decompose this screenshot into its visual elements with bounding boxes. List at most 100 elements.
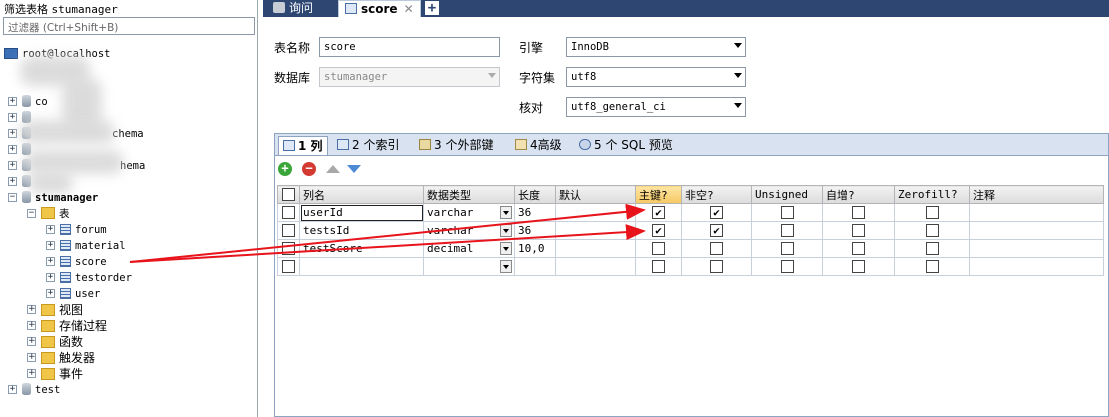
filter-input[interactable]: 过滤器 (Ctrl+Shift+B)	[3, 17, 255, 35]
expand-icon[interactable]: +	[8, 176, 17, 186]
tab-score[interactable]: score ✕	[338, 0, 421, 17]
move-up-icon[interactable]	[326, 165, 340, 173]
not-null-checkbox[interactable]: ✔	[710, 224, 723, 238]
header-comment[interactable]: 注释	[969, 185, 1104, 204]
subtab-foreign-keys[interactable]: 3 个外部键	[415, 136, 497, 155]
header-auto-increment[interactable]: 自增?	[822, 185, 895, 204]
auto-increment-cell[interactable]	[822, 203, 895, 222]
header-unsigned[interactable]: Unsigned	[751, 185, 823, 204]
unsigned-cell[interactable]	[751, 239, 823, 258]
new-tab-button[interactable]: +	[425, 1, 439, 15]
tree-db-stumanager[interactable]: − stumanager	[8, 190, 98, 206]
expand-icon[interactable]: +	[46, 256, 55, 266]
header-name[interactable]: 列名	[299, 185, 424, 204]
expand-icon[interactable]: +	[27, 305, 36, 314]
data-type-cell[interactable]	[423, 257, 515, 276]
subtab-sql-preview[interactable]: 5 个 SQL 预览	[575, 136, 677, 155]
expand-icon[interactable]: +	[8, 144, 17, 154]
collapse-icon[interactable]: −	[27, 208, 36, 218]
expand-icon[interactable]: +	[8, 160, 17, 170]
tree-folder-tables[interactable]: − 表	[27, 206, 70, 222]
header-default[interactable]: 默认	[555, 185, 636, 204]
zerofill-checkbox[interactable]	[925, 224, 939, 238]
unsigned-checkbox[interactable]	[780, 242, 794, 256]
data-type-cell[interactable]: decimal	[423, 239, 515, 258]
tree-db-test[interactable]: + test	[8, 382, 60, 398]
select-all-cell[interactable]	[277, 185, 300, 204]
data-type-cell[interactable]: varchar	[423, 221, 515, 240]
pk-checkbox[interactable]	[652, 260, 665, 274]
row-select-checkbox[interactable]	[282, 224, 295, 238]
column-row[interactable]: testsId varchar 36 ✔ ✔	[277, 221, 1104, 240]
close-icon[interactable]: ✕	[404, 2, 414, 16]
unsigned-cell[interactable]	[751, 203, 823, 222]
tree-table-testorder[interactable]: + testorder	[46, 270, 132, 286]
expand-icon[interactable]: +	[8, 112, 17, 122]
tree-folder-views[interactable]: + 视图	[27, 302, 83, 318]
subtab-advanced[interactable]: 4高级	[511, 136, 566, 155]
header-primary-key[interactable]: 主键?	[635, 185, 682, 204]
length-cell[interactable]: 36	[514, 221, 556, 240]
add-column-button[interactable]: +	[278, 162, 292, 176]
zerofill-cell[interactable]	[894, 221, 970, 240]
length-cell[interactable]: 10,0	[514, 239, 556, 258]
collapse-icon[interactable]: −	[8, 192, 17, 202]
expand-icon[interactable]: +	[27, 321, 36, 330]
subtab-columns[interactable]: 1 列	[278, 136, 328, 155]
pk-cell[interactable]	[635, 239, 682, 258]
zerofill-checkbox[interactable]	[925, 242, 939, 256]
length-cell[interactable]	[514, 257, 556, 276]
move-down-icon[interactable]	[347, 165, 361, 173]
row-select-checkbox[interactable]	[282, 206, 295, 220]
chevron-down-icon[interactable]	[500, 206, 512, 219]
zerofill-checkbox[interactable]	[925, 206, 939, 220]
row-select-checkbox[interactable]	[282, 260, 295, 274]
tree-folder-functions[interactable]: + 函数	[27, 334, 83, 350]
tree-db-partial-1[interactable]: + co	[8, 94, 48, 110]
expand-icon[interactable]: +	[27, 353, 36, 362]
column-name-cell[interactable]	[299, 257, 424, 276]
unsigned-checkbox[interactable]	[780, 224, 794, 238]
not-null-cell[interactable]: ✔	[681, 203, 752, 222]
collation-select[interactable]: utf8_general_ci	[566, 97, 746, 117]
not-null-cell[interactable]	[681, 257, 752, 276]
expand-icon[interactable]: +	[46, 272, 55, 282]
not-null-cell[interactable]	[681, 239, 752, 258]
default-cell[interactable]	[555, 257, 636, 276]
row-select-cell[interactable]	[277, 203, 300, 222]
pk-cell[interactable]: ✔	[635, 221, 682, 240]
subtab-indexes[interactable]: 2 个索引	[333, 136, 403, 155]
length-cell[interactable]: 36	[514, 203, 556, 222]
default-cell[interactable]	[555, 203, 636, 222]
data-type-cell[interactable]: varchar	[423, 203, 515, 222]
tree-folder-procedures[interactable]: + 存储过程	[27, 318, 107, 334]
row-select-cell[interactable]	[277, 257, 300, 276]
engine-select[interactable]: InnoDB	[566, 37, 746, 57]
not-null-checkbox[interactable]	[710, 260, 723, 274]
header-type[interactable]: 数据类型	[423, 185, 515, 204]
tree-folder-events[interactable]: + 事件	[27, 366, 83, 382]
zerofill-cell[interactable]	[894, 257, 970, 276]
auto-increment-cell[interactable]	[822, 239, 895, 258]
column-row[interactable]: userId varchar 36 ✔ ✔	[277, 203, 1104, 222]
pk-cell[interactable]	[635, 257, 682, 276]
unsigned-cell[interactable]	[751, 257, 823, 276]
auto-increment-checkbox[interactable]	[852, 206, 865, 220]
not-null-checkbox[interactable]: ✔	[710, 206, 723, 220]
column-name-cell[interactable]: userId	[299, 203, 424, 222]
pk-checkbox[interactable]: ✔	[652, 224, 665, 238]
pk-cell[interactable]: ✔	[635, 203, 682, 222]
auto-increment-cell[interactable]	[822, 257, 895, 276]
pk-checkbox[interactable]: ✔	[652, 206, 665, 220]
chevron-down-icon[interactable]	[500, 260, 512, 273]
delete-column-button[interactable]: −	[302, 162, 316, 176]
auto-increment-cell[interactable]	[822, 221, 895, 240]
tree-folder-triggers[interactable]: + 触发器	[27, 350, 95, 366]
auto-increment-checkbox[interactable]	[852, 260, 865, 274]
column-name-cell[interactable]: testScore	[299, 239, 424, 258]
comment-cell[interactable]	[969, 221, 1104, 240]
comment-cell[interactable]	[969, 257, 1104, 276]
tree-table-material[interactable]: + material	[46, 238, 126, 254]
comment-cell[interactable]	[969, 239, 1104, 258]
default-cell[interactable]	[555, 239, 636, 258]
